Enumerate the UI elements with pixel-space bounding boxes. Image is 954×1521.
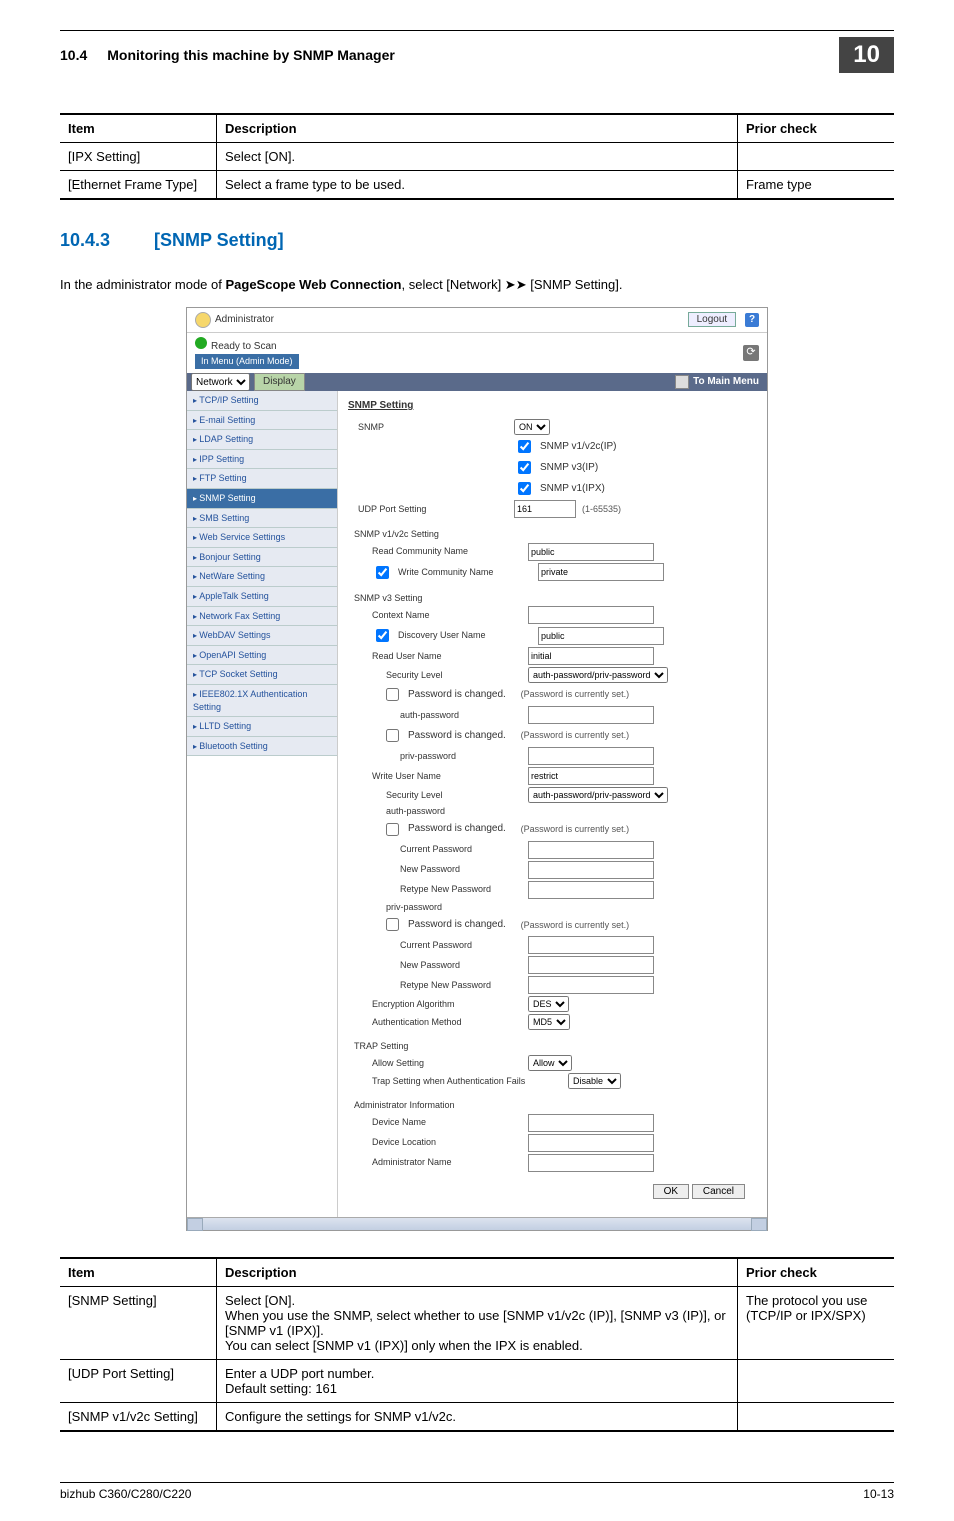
logout-button[interactable]: Logout	[688, 312, 737, 327]
sidebar-item[interactable]: IPP Setting	[187, 450, 337, 470]
cb-pwchg-3[interactable]	[386, 823, 399, 836]
sidebar-item[interactable]: TCP Socket Setting	[187, 665, 337, 685]
cur-pw-input[interactable]	[528, 841, 654, 859]
device-name-input[interactable]	[528, 1114, 654, 1132]
ret-pw-input[interactable]	[528, 881, 654, 899]
sidebar-item[interactable]: TCP/IP Setting	[187, 391, 337, 411]
sidebar-item[interactable]: Bluetooth Setting	[187, 737, 337, 757]
auth-method-select[interactable]: MD5	[528, 1014, 570, 1030]
footer-left: bizhub C360/C280/C220	[60, 1487, 191, 1501]
cb-pwchg-4[interactable]	[386, 918, 399, 931]
th-desc: Description	[217, 1258, 738, 1287]
sidebar-item[interactable]: AppleTalk Setting	[187, 587, 337, 607]
write-comm-input[interactable]	[538, 563, 664, 581]
discovery-input[interactable]	[538, 627, 664, 645]
cur-pw-input-2[interactable]	[528, 936, 654, 954]
cb-pwchg-1[interactable]	[386, 688, 399, 701]
nav-select[interactable]: Network	[191, 373, 250, 391]
udp-port-input[interactable]	[514, 500, 576, 518]
cb-v3ip[interactable]	[518, 461, 531, 474]
priv-pw-input[interactable]	[528, 747, 654, 765]
settings-table-1: Item Description Prior check [IPX Settin…	[60, 113, 894, 200]
table-row: [SNMP Setting] Select [ON]. When you use…	[60, 1286, 894, 1359]
admin-label: Administrator	[215, 313, 274, 327]
chapter-badge: 10	[839, 37, 894, 73]
table-row: [IPX Setting] Select [ON].	[60, 143, 894, 171]
sidebar-item[interactable]: Bonjour Setting	[187, 548, 337, 568]
write-user-input[interactable]	[528, 767, 654, 785]
page-header: 10.4 Monitoring this machine by SNMP Man…	[60, 37, 894, 73]
intro-text: In the administrator mode of PageScope W…	[60, 277, 894, 293]
new-pw-input[interactable]	[528, 861, 654, 879]
snmp-select[interactable]: ON	[514, 419, 550, 435]
read-user-input[interactable]	[528, 647, 654, 665]
cb-v1ipx[interactable]	[518, 482, 531, 495]
cb-write-comm[interactable]	[376, 566, 389, 579]
admin-icon	[195, 312, 211, 328]
status-text: Ready to Scan	[211, 341, 277, 352]
status-icon	[195, 337, 207, 349]
sidebar-item[interactable]: LLTD Setting	[187, 717, 337, 737]
context-input[interactable]	[528, 606, 654, 624]
allow-select[interactable]: Allow	[528, 1055, 572, 1071]
read-comm-input[interactable]	[528, 543, 654, 561]
table-row: [SNMP v1/v2c Setting] Configure the sett…	[60, 1402, 894, 1431]
ok-button[interactable]: OK	[653, 1184, 689, 1199]
th-prior: Prior check	[738, 114, 895, 143]
auth-pw-input[interactable]	[528, 706, 654, 724]
sidebar-item[interactable]: E-mail Setting	[187, 411, 337, 431]
sidebar-item[interactable]: IEEE802.1X Authentication Setting	[187, 685, 337, 717]
device-loc-input[interactable]	[528, 1134, 654, 1152]
content-pane: SNMP Setting SNMPON SNMP v1/v2c(IP) SNMP…	[338, 391, 767, 1217]
sidebar-item[interactable]: NetWare Setting	[187, 567, 337, 587]
pane-title: SNMP Setting	[348, 399, 757, 413]
cancel-button[interactable]: Cancel	[692, 1184, 745, 1199]
sidebar-item[interactable]: Web Service Settings	[187, 528, 337, 548]
sidebar-item[interactable]: OpenAPI Setting	[187, 646, 337, 666]
settings-table-2: Item Description Prior check [SNMP Setti…	[60, 1257, 894, 1432]
table-row: [UDP Port Setting] Enter a UDP port numb…	[60, 1359, 894, 1402]
sidebar-item[interactable]: SMB Setting	[187, 509, 337, 529]
sec-level-select[interactable]: auth-password/priv-password	[528, 667, 668, 683]
footer-right: 10-13	[863, 1487, 894, 1501]
cb-pwchg-2[interactable]	[386, 729, 399, 742]
subsection-title: [SNMP Setting]	[154, 230, 284, 251]
sidebar-item[interactable]: WebDAV Settings	[187, 626, 337, 646]
th-prior: Prior check	[738, 1258, 895, 1287]
th-item: Item	[60, 114, 217, 143]
mode-bar: In Menu (Admin Mode)	[195, 354, 299, 369]
cb-discovery[interactable]	[376, 629, 389, 642]
screenshot-mock: Administrator Logout ? Ready to Scan In …	[186, 307, 768, 1231]
enc-alg-select[interactable]: DES	[528, 996, 569, 1012]
th-item: Item	[60, 1258, 217, 1287]
cb-v12ip[interactable]	[518, 440, 531, 453]
sidebar-item[interactable]: FTP Setting	[187, 469, 337, 489]
th-desc: Description	[217, 114, 738, 143]
page-footer: bizhub C360/C280/C220 10-13	[60, 1482, 894, 1501]
new-pw-input-2[interactable]	[528, 956, 654, 974]
refresh-icon[interactable]: ⟳	[743, 345, 759, 361]
main-menu-link[interactable]: To Main Menu	[667, 373, 767, 391]
menu-icon	[675, 375, 689, 389]
help-icon[interactable]: ?	[745, 313, 759, 327]
ret-pw-input-2[interactable]	[528, 976, 654, 994]
horizontal-scrollbar[interactable]	[187, 1217, 767, 1230]
trap-auth-select[interactable]: Disable	[568, 1073, 621, 1089]
sidebar-item[interactable]: LDAP Setting	[187, 430, 337, 450]
sec-level-select-2[interactable]: auth-password/priv-password	[528, 787, 668, 803]
sidebar-item[interactable]: Network Fax Setting	[187, 607, 337, 627]
display-button[interactable]: Display	[254, 373, 305, 391]
sidebar-item-active[interactable]: SNMP Setting	[187, 489, 337, 509]
table-row: [Ethernet Frame Type] Select a frame typ…	[60, 171, 894, 200]
section-number: 10.4	[60, 47, 87, 63]
section-title: Monitoring this machine by SNMP Manager	[107, 47, 839, 63]
sidebar: TCP/IP Setting E-mail Setting LDAP Setti…	[187, 391, 338, 1217]
subsection-number: 10.4.3	[60, 230, 124, 251]
admin-name-input[interactable]	[528, 1154, 654, 1172]
